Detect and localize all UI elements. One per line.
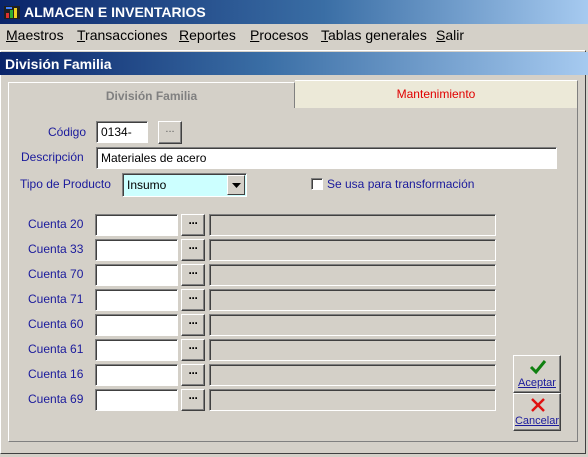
tipo-producto-value: Insumo xyxy=(127,178,167,192)
cuenta-description xyxy=(209,264,496,286)
codigo-lookup-button[interactable]: ... xyxy=(158,121,182,144)
tipo-producto-select[interactable]: Insumo xyxy=(122,173,247,197)
cuenta-lookup-button[interactable]: ··· xyxy=(181,314,205,336)
cuenta-code-input[interactable] xyxy=(95,264,178,286)
cancelar-button[interactable]: Cancelar xyxy=(513,393,561,431)
menu-procesos[interactable]: Procesos xyxy=(250,27,308,43)
cuenta-lookup-button[interactable]: ··· xyxy=(181,339,205,361)
menu-tablas-generales[interactable]: Tablas generales xyxy=(321,27,427,43)
cuenta-lookup-button[interactable]: ··· xyxy=(181,264,205,286)
cuenta-lookup-button[interactable]: ··· xyxy=(181,289,205,311)
cuenta-code-input[interactable] xyxy=(95,314,178,336)
transformacion-label: Se usa para transformación xyxy=(327,177,475,191)
cuenta-lookup-button[interactable]: ··· xyxy=(181,389,205,411)
app-title: ALMACEN E INVENTARIOS xyxy=(24,4,206,20)
cancelar-label: Cancelar xyxy=(514,415,560,427)
cuenta-description xyxy=(209,389,496,411)
cuenta-description xyxy=(209,364,496,386)
cuenta-code-input[interactable] xyxy=(95,289,178,311)
tab-mantenimiento[interactable]: Mantenimiento xyxy=(295,80,578,108)
checkmark-icon xyxy=(529,360,547,375)
cuenta-label: Cuenta 16 xyxy=(28,367,84,381)
menu-bar: Maestros Transacciones Reportes Procesos… xyxy=(0,24,588,46)
tab-division-familia[interactable]: División Familia xyxy=(8,82,295,108)
close-icon xyxy=(531,398,545,412)
cuenta-label: Cuenta 70 xyxy=(28,267,84,281)
transformacion-checkbox[interactable] xyxy=(311,178,323,190)
cuenta-lookup-button[interactable]: ··· xyxy=(181,214,205,236)
app-icon xyxy=(4,4,20,20)
menu-salir[interactable]: Salir xyxy=(436,27,464,43)
menu-transacciones[interactable]: Transacciones xyxy=(77,27,168,43)
cuenta-label: Cuenta 20 xyxy=(28,217,84,231)
tipo-producto-label: Tipo de Producto xyxy=(20,177,111,191)
cuenta-description xyxy=(209,314,496,336)
cuenta-code-input[interactable] xyxy=(95,364,178,386)
cuenta-lookup-button[interactable]: ··· xyxy=(181,364,205,386)
aceptar-label: Aceptar xyxy=(518,377,556,389)
cuenta-lookup-button[interactable]: ··· xyxy=(181,239,205,261)
cuenta-description xyxy=(209,214,496,236)
cuenta-code-input[interactable] xyxy=(95,389,178,411)
descripcion-input[interactable]: Materiales de acero xyxy=(96,147,557,169)
cuenta-code-input[interactable] xyxy=(95,339,178,361)
cuenta-description xyxy=(209,239,496,261)
codigo-label: Código xyxy=(48,125,87,139)
window-title: División Familia xyxy=(5,56,112,72)
aceptar-button[interactable]: Aceptar xyxy=(513,355,561,393)
menu-reportes[interactable]: Reportes xyxy=(179,27,236,43)
app-titlebar[interactable]: ALMACEN E INVENTARIOS xyxy=(0,0,588,24)
cuenta-label: Cuenta 61 xyxy=(28,342,84,356)
cuenta-label: Cuenta 69 xyxy=(28,392,84,406)
codigo-input[interactable]: 0134- xyxy=(96,121,148,143)
cuenta-label: Cuenta 60 xyxy=(28,317,84,331)
descripcion-label: Descripción xyxy=(21,150,84,164)
cuenta-code-input[interactable] xyxy=(95,239,178,261)
cuenta-description xyxy=(209,289,496,311)
child-titlebar[interactable]: División Familia xyxy=(0,52,588,75)
cuenta-description xyxy=(209,339,496,361)
cuenta-code-input[interactable] xyxy=(95,214,178,236)
cuenta-label: Cuenta 33 xyxy=(28,242,84,256)
menu-maestros[interactable]: Maestros xyxy=(6,27,64,43)
cuenta-label: Cuenta 71 xyxy=(28,292,84,306)
chevron-down-icon[interactable] xyxy=(227,175,245,195)
